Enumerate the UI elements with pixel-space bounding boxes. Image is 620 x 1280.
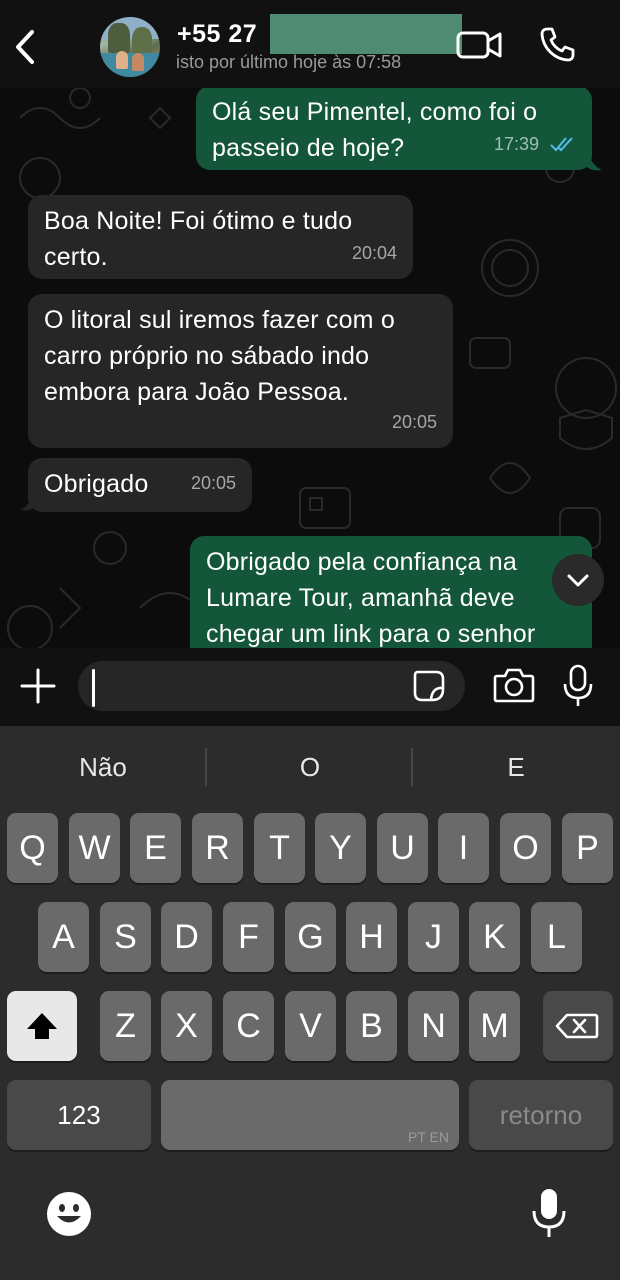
- key-c[interactable]: C: [223, 991, 274, 1061]
- message-bubble-outgoing[interactable]: Obrigado pela confiança na Lumare Tour, …: [190, 536, 592, 648]
- microphone-icon[interactable]: [562, 664, 594, 708]
- key-p[interactable]: P: [562, 813, 613, 883]
- space-key[interactable]: PT EN: [161, 1080, 459, 1150]
- key-i[interactable]: I: [438, 813, 489, 883]
- chevron-down-icon: [567, 574, 589, 587]
- message-text: O litoral sul iremos fazer com o carro p…: [44, 306, 395, 406]
- read-ticks-icon: [550, 137, 573, 152]
- scroll-to-bottom-button[interactable]: [552, 554, 604, 606]
- key-j[interactable]: J: [408, 902, 459, 972]
- backspace-key[interactable]: [543, 991, 613, 1061]
- key-x[interactable]: X: [161, 991, 212, 1061]
- suggestion-1[interactable]: Não: [0, 740, 206, 794]
- contact-avatar[interactable]: [100, 17, 160, 77]
- space-language-label: PT EN: [408, 1129, 449, 1145]
- key-v[interactable]: V: [285, 991, 336, 1061]
- video-call-icon[interactable]: [456, 28, 502, 62]
- message-bubble-incoming[interactable]: Boa Noite! Foi ótimo e tudo certo. 20:04: [28, 195, 413, 279]
- key-a[interactable]: A: [38, 902, 89, 972]
- key-b[interactable]: B: [346, 991, 397, 1061]
- key-y[interactable]: Y: [315, 813, 366, 883]
- key-l[interactable]: L: [531, 902, 582, 972]
- key-z[interactable]: Z: [100, 991, 151, 1061]
- message-time: 20:05: [190, 473, 236, 493]
- key-m[interactable]: M: [469, 991, 520, 1061]
- key-k[interactable]: K: [469, 902, 520, 972]
- shift-key[interactable]: [7, 991, 77, 1061]
- key-s[interactable]: S: [100, 902, 151, 972]
- key-w[interactable]: W: [69, 813, 120, 883]
- message-time: 20:05: [391, 412, 437, 432]
- message-text: Obrigado pela confiança na Lumare Tour, …: [206, 548, 536, 648]
- key-e[interactable]: E: [130, 813, 181, 883]
- message-input[interactable]: [78, 661, 465, 711]
- key-t[interactable]: T: [254, 813, 305, 883]
- key-q[interactable]: Q: [7, 813, 58, 883]
- key-g[interactable]: G: [285, 902, 336, 972]
- backspace-icon: [555, 1013, 599, 1039]
- dictation-icon[interactable]: [530, 1187, 568, 1239]
- text-caret: [92, 669, 95, 707]
- emoji-icon[interactable]: [46, 1191, 92, 1237]
- message-bubble-outgoing[interactable]: Olá seu Pimentel, como foi o passeio de …: [196, 88, 592, 170]
- message-bubble-incoming[interactable]: Obrigado 20:05: [28, 458, 252, 512]
- message-bubble-incoming[interactable]: O litoral sul iremos fazer com o carro p…: [28, 294, 453, 448]
- key-u[interactable]: U: [377, 813, 428, 883]
- plus-icon[interactable]: [20, 668, 56, 704]
- suggestion-3[interactable]: E: [413, 740, 619, 794]
- suggestion-2[interactable]: O: [207, 740, 413, 794]
- shift-arrow-icon: [27, 1013, 57, 1039]
- key-o[interactable]: O: [500, 813, 551, 883]
- back-chevron-icon[interactable]: [10, 28, 40, 66]
- key-d[interactable]: D: [161, 902, 212, 972]
- bubble-tail: [584, 152, 602, 171]
- chat-header: +55 27 isto por último hoje às 07:58: [0, 0, 620, 88]
- key-f[interactable]: F: [223, 902, 274, 972]
- sticker-icon[interactable]: [412, 669, 446, 703]
- return-key[interactable]: retorno: [469, 1080, 613, 1150]
- key-r[interactable]: R: [192, 813, 243, 883]
- numbers-key[interactable]: 123: [7, 1080, 151, 1150]
- message-time: 17:39: [494, 126, 576, 162]
- last-seen-status: isto por último hoje às 07:58: [176, 52, 402, 72]
- key-h[interactable]: H: [346, 902, 397, 972]
- key-n[interactable]: N: [408, 991, 459, 1061]
- phone-call-icon[interactable]: [538, 26, 576, 64]
- bubble-tail: [20, 492, 38, 511]
- camera-icon[interactable]: [493, 666, 535, 704]
- redacted-phone-number: [270, 14, 462, 54]
- message-time: 20:04: [351, 243, 397, 263]
- message-text: Boa Noite! Foi ótimo e tudo certo.: [44, 207, 353, 271]
- message-list[interactable]: Olá seu Pimentel, como foi o passeio de …: [0, 88, 620, 648]
- contact-name[interactable]: +55 27: [177, 20, 257, 49]
